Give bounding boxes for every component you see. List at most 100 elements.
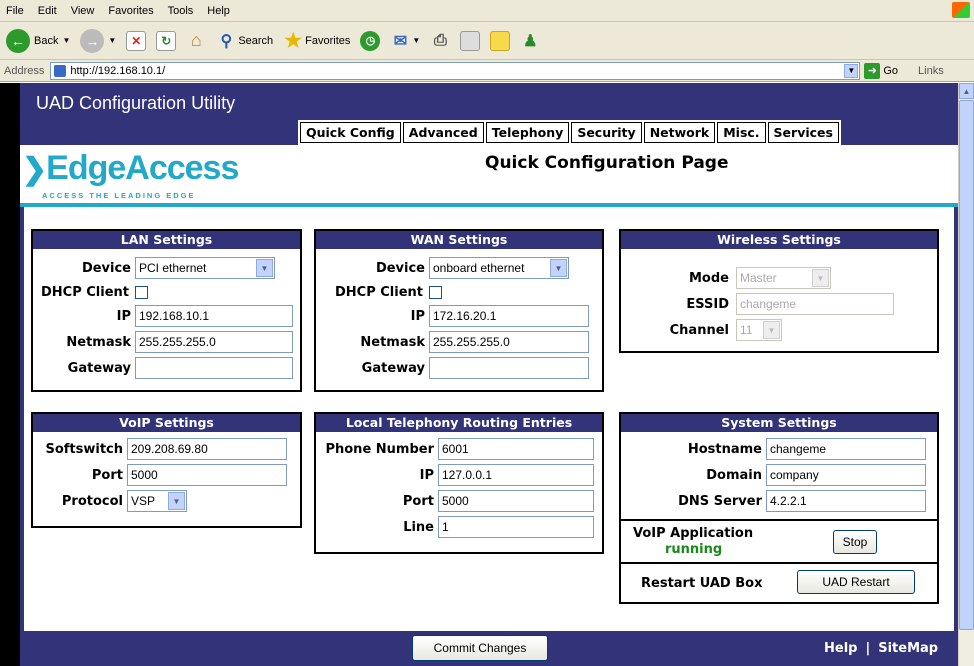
wireless-mode-label: Mode [689,270,729,286]
back-button[interactable]: ← Back ▼ [6,28,71,53]
routing-entries-title: Local Telephony Routing Entries [316,414,602,432]
routing-line-input[interactable]: 1 [438,516,594,538]
search-button[interactable]: ⚲ Search [216,31,273,51]
tab-services[interactable]: Services [767,122,839,143]
chevron-down-icon: ▼ [168,492,185,510]
wan-ip-input[interactable]: 172.16.20.1 [429,305,589,327]
logo-name: EdgeAccess [46,149,239,187]
menu-tools[interactable]: Tools [168,5,194,17]
lan-dhcp-checkbox[interactable] [135,285,148,299]
routing-port-label: Port [402,493,434,509]
logo-mark: ❯EdgeAccess [22,149,239,187]
voip-settings-title: VoIP Settings [33,414,300,432]
lan-ip-label: IP [116,308,131,324]
lan-netmask-label: Netmask [66,334,131,350]
sitemap-link[interactable]: SiteMap [878,641,938,656]
discuss-button[interactable] [490,30,511,51]
uad-page: UAD Configuration Utility Quick Config A… [20,83,958,666]
tab-network[interactable]: Network [643,122,716,143]
vertical-scrollbar[interactable]: ▲ [958,83,974,666]
menu-help[interactable]: Help [207,5,230,17]
menu-file[interactable]: File [6,5,24,17]
chevron-down-icon: ▼ [62,36,71,45]
printer-icon: ⎙ [433,31,447,49]
chevron-down-icon: ▼ [812,269,829,287]
go-button[interactable]: Go [883,65,898,77]
history-button[interactable]: ◷ [360,30,381,51]
stop-voip-button[interactable]: Stop [833,530,877,554]
lan-ip-input[interactable]: 192.168.10.1 [135,305,293,327]
chevron-down-icon: ▼ [412,36,421,45]
chevron-down-icon[interactable]: ▼ [844,63,859,78]
home-button[interactable]: ⌂ [186,30,206,51]
menu-favorites[interactable]: Favorites [108,5,153,17]
wan-settings-panel: WAN Settings Device onboard ethernet ▼ D… [314,229,604,392]
scroll-thumb[interactable] [959,100,974,630]
voip-application-status: running [665,542,723,557]
uad-restart-button[interactable]: UAD Restart [797,570,915,594]
help-link[interactable]: Help [824,641,857,656]
routing-line-label: Line [403,519,434,535]
tab-misc[interactable]: Misc. [717,122,766,143]
wan-gateway-input[interactable] [429,357,589,379]
menu-edit[interactable]: Edit [38,5,57,17]
wan-dhcp-checkbox[interactable] [429,285,442,299]
lan-device-select[interactable]: PCI ethernet ▼ [135,257,275,279]
wan-ip-label: IP [410,308,425,324]
search-label: Search [238,34,274,47]
wan-device-value: onboard ethernet [433,261,525,275]
voip-port-input[interactable]: 5000 [127,464,287,486]
wan-settings-title: WAN Settings [316,231,602,249]
system-domain-input[interactable]: company [766,464,926,486]
menu-view[interactable]: View [71,5,95,17]
system-dns-input[interactable]: 4.2.2.1 [766,490,926,512]
wan-netmask-input[interactable]: 255.255.255.0 [429,331,589,353]
stop-icon: ✕ [126,30,147,51]
app-title: UAD Configuration Utility [36,93,236,113]
chevron-down-icon: ▼ [763,321,780,339]
system-hostname-input[interactable]: changeme [766,438,926,460]
folder-icon [490,30,511,51]
links-button[interactable]: Links [918,65,944,77]
wan-device-select[interactable]: onboard ethernet ▼ [429,257,569,279]
print-button[interactable]: ⎙ [430,31,450,51]
footer-separator: | [865,641,871,656]
wireless-mode-select: Master ▼ [736,267,831,289]
lan-netmask-input[interactable]: 255.255.255.0 [135,331,293,353]
address-input[interactable]: http://192.168.10.1/ ▼ [50,61,861,80]
edit-button[interactable] [460,30,481,51]
windows-logo-icon [952,2,970,18]
favorites-button[interactable]: ★ Favorites [283,30,350,52]
system-settings-panel: System Settings Hostname changeme Domain… [619,412,939,604]
wan-dhcp-label: DHCP Client [334,284,423,300]
tab-security[interactable]: Security [571,122,642,143]
voip-softswitch-input[interactable]: 209.208.69.80 [127,438,287,460]
routing-phone-input[interactable]: 6001 [438,438,594,460]
wireless-channel-value: 11 [740,323,753,337]
wan-gateway-label: Gateway [361,360,425,376]
voip-protocol-select[interactable]: VSP ▼ [127,490,187,512]
stop-button[interactable]: ✕ [126,30,147,51]
go-arrow-icon[interactable]: ➜ [864,62,881,79]
routing-ip-input[interactable]: 127.0.0.1 [438,464,594,486]
scroll-up-icon[interactable]: ▲ [959,83,974,99]
routing-ip-label: IP [419,467,434,483]
messenger-button[interactable]: ♟ [520,31,540,51]
routing-port-input[interactable]: 5000 [438,490,594,512]
logo-tagline: ACCESS THE LEADING EDGE [42,191,196,200]
wireless-essid-label: ESSID [686,296,729,312]
tab-telephony[interactable]: Telephony [485,122,570,143]
lan-gateway-input[interactable] [135,357,293,379]
lan-device-value: PCI ethernet [139,261,207,275]
wireless-channel-select: 11 ▼ [736,319,782,341]
forward-button[interactable]: → ▼ [80,28,116,53]
history-icon: ◷ [360,30,381,51]
mail-button[interactable]: ✉ ▼ [390,31,421,51]
commit-changes-button[interactable]: Commit Changes [412,635,548,661]
tab-quick-config[interactable]: Quick Config [300,122,401,143]
refresh-button[interactable]: ↻ [156,30,177,51]
tab-advanced[interactable]: Advanced [402,122,484,143]
restart-uad-label: Restart UAD Box [641,576,763,591]
system-hostname-label: Hostname [687,441,762,457]
home-icon: ⌂ [190,30,202,50]
